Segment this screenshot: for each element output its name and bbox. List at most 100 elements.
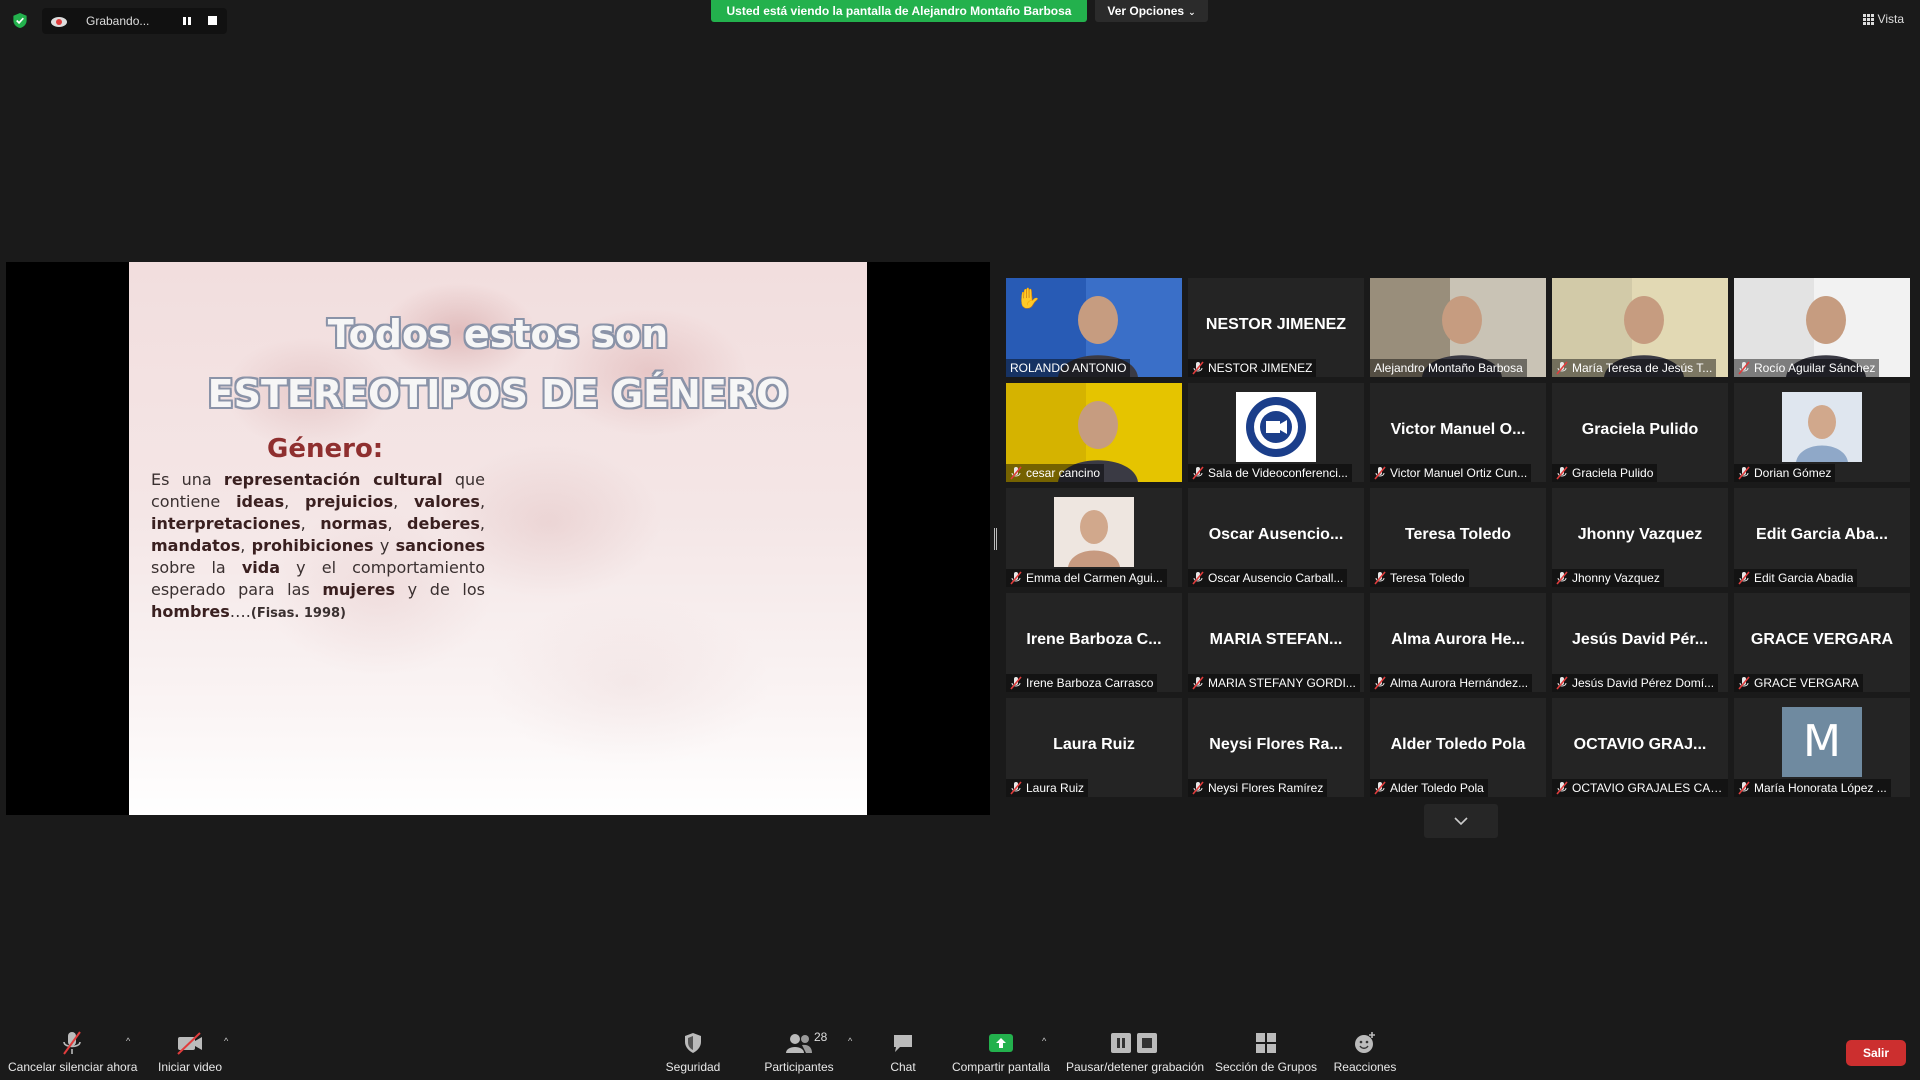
videoconference-logo [1236,392,1316,462]
participant-name: Laura Ruiz [1026,781,1085,795]
participant-tile[interactable]: NESTOR JIMENEZ NESTOR JIMENEZ [1188,278,1364,377]
shield-icon [685,1033,701,1053]
slide-body-fragment: , [240,536,252,555]
participants-label: Participantes [764,1060,834,1074]
participant-display-name: Teresa Toledo [1404,526,1512,543]
participant-name: Sala de Videoconferenci... [1208,466,1348,480]
participant-name-label: Laura Ruiz [1006,779,1089,797]
participant-tile[interactable]: Oscar Ausencio... Oscar Ausencio Carball.… [1188,488,1364,587]
participant-tile[interactable]: Laura Ruiz Laura Ruiz [1006,698,1182,797]
participant-tile[interactable]: OCTAVIO GRAJ... OCTAVIO GRAJALES CAS... [1552,698,1728,797]
video-options-caret-icon[interactable]: ^ [224,1036,228,1046]
participant-name: GRACE VERGARA [1754,676,1859,690]
microphone-muted-icon [1192,466,1204,480]
slide-body-keyword: hombres [151,602,230,621]
view-toggle-button[interactable]: Vista [1862,12,1904,26]
participant-name-label: OCTAVIO GRAJALES CAS... [1552,779,1728,797]
microphone-muted-icon [1556,466,1568,480]
start-video-button[interactable]: Iniciar video [150,1030,230,1074]
microphone-muted-icon [1738,781,1750,795]
participant-tile[interactable]: cesar cancino [1006,383,1182,482]
participant-display-name: Edit Garcia Aba... [1756,526,1888,543]
microphone-muted-icon [1192,781,1204,795]
participant-name-label: ROLANDO ANTONIO [1006,359,1131,377]
participant-tile[interactable]: GRACE VERGARA GRACE VERGARA [1734,593,1910,692]
pause-recording-icon[interactable] [182,16,192,26]
share-screen-button[interactable]: Compartir pantalla [950,1030,1052,1074]
security-button[interactable]: Seguridad [658,1030,728,1074]
leave-meeting-button[interactable]: Salir [1846,1040,1906,1066]
shared-screen: Todos estos son ESTEREOTIPOS DE GÉNERO G… [6,262,990,815]
reactions-button[interactable]: Reacciones [1332,1030,1398,1074]
participant-tile[interactable]: Victor Manuel O... Victor Manuel Ortiz Cu… [1370,383,1546,482]
slide-body-fragment: , [479,514,485,533]
share-options-caret-icon[interactable]: ^ [1042,1036,1046,1046]
participant-name-label: MARIA STEFANY GORDI... [1188,674,1360,692]
participant-name-label: Oscar Ausencio Carball... [1188,569,1348,587]
view-options-button[interactable]: Ver Opciones ⌄ [1095,0,1208,22]
slide-body-keyword: deberes [407,514,480,533]
pause-stop-recording-button[interactable]: Pausar/detener grabación [1066,1030,1205,1074]
participant-tile[interactable]: Jhonny Vazquez Jhonny Vazquez [1552,488,1728,587]
slide-body-fragment: , [387,514,408,533]
participant-name: MARIA STEFANY GORDI... [1208,676,1356,690]
breakout-rooms-button[interactable]: Sección de Grupos [1214,1030,1318,1074]
participant-tile[interactable]: Alejandro Montaño Barbosa [1370,278,1546,377]
screen-share-banner: Usted está viendo la pantalla de Alejand… [711,0,1087,22]
presentation-slide: Todos estos son ESTEREOTIPOS DE GÉNERO G… [129,262,867,815]
chevron-down-icon: ⌄ [1188,7,1196,17]
videoconference-logo-icon [1246,397,1306,457]
participant-display-name: NESTOR JIMENEZ [1205,316,1347,333]
gallery-next-page-button[interactable] [1424,804,1498,838]
participant-name-label: GRACE VERGARA [1734,674,1863,692]
microphone-muted-icon [1556,571,1568,585]
microphone-muted-icon [1374,676,1386,690]
participant-tile[interactable]: Neysi Flores Ra... Neysi Flores Ramírez [1188,698,1364,797]
participant-tile[interactable]: Alder Toledo Pola Alder Toledo Pola [1370,698,1546,797]
participant-tile[interactable]: María Teresa de Jesús T... [1552,278,1728,377]
participants-options-caret-icon[interactable]: ^ [848,1036,852,1046]
slide-title-line-2: ESTEREOTIPOS DE GÉNERO [207,372,789,416]
view-label: Vista [1877,12,1904,26]
top-bar: Grabando... Usted está viendo la pantall… [0,0,1920,40]
participant-tile[interactable]: Teresa Toledo Teresa Toledo [1370,488,1546,587]
participant-name: Jhonny Vazquez [1572,571,1660,585]
participant-name: Victor Manuel Ortiz Cun... [1390,466,1528,480]
participant-tile[interactable]: Emma del Carmen Agui... [1006,488,1182,587]
participant-photo [1054,497,1134,567]
microphone-muted-icon [1192,361,1204,375]
participant-name: cesar cancino [1026,466,1101,480]
participant-display-name: Laura Ruiz [1053,736,1135,753]
participant-tile[interactable]: Alma Aurora He... Alma Aurora Hernández..… [1370,593,1546,692]
participant-tile[interactable]: Dorian Gómez [1734,383,1910,482]
participant-name-label: Graciela Pulido [1552,464,1658,482]
participant-tile[interactable]: Edit Garcia Aba... Edit Garcia Abadia [1734,488,1910,587]
slide-body-fragment: y [373,536,396,555]
slide-body-keyword: prejuicios [305,492,394,511]
participant-name-label: Jhonny Vazquez [1552,569,1664,587]
participant-tile[interactable]: Jesús David Pér... Jesús David Pérez Domí… [1552,593,1728,692]
security-shield-icon[interactable] [12,12,28,29]
video-camera-off-icon [177,1032,202,1055]
share-screen-label: Compartir pantalla [951,1060,1051,1074]
pause-stop-recording-label: Pausar/detener grabación [1066,1060,1205,1074]
chat-button[interactable]: Chat [878,1030,928,1074]
participant-name: Emma del Carmen Agui... [1026,571,1163,585]
participant-tile[interactable]: Sala de Videoconferenci... [1188,383,1364,482]
participant-tile[interactable]: Rocío Aguilar Sánchez [1734,278,1910,377]
stop-recording-icon[interactable] [208,16,217,25]
participant-tile[interactable]: Graciela Pulido Graciela Pulido [1552,383,1728,482]
participant-tile[interactable]: MARIA STEFAN... MARIA STEFANY GORDI... [1188,593,1364,692]
participant-display-name: Alma Aurora He... [1391,631,1525,648]
slide-body-fragment: …. [229,602,251,621]
participant-tile[interactable]: Irene Barboza C... Irene Barboza Carrasco [1006,593,1182,692]
panel-splitter-handle[interactable] [994,528,997,550]
unmute-button[interactable]: Cancelar silenciar ahora [8,1030,137,1074]
participant-name-label: NESTOR JIMENEZ [1188,359,1317,377]
audio-options-caret-icon[interactable]: ^ [126,1036,130,1046]
participants-button[interactable]: 28 Participantes [758,1030,840,1074]
participant-name: Alder Toledo Pola [1390,781,1484,795]
participant-tile[interactable]: M María Honorata López ... [1734,698,1910,797]
chat-bubble-icon [894,1035,912,1052]
participant-tile[interactable]: ✋ ROLANDO ANTONIO [1006,278,1182,377]
